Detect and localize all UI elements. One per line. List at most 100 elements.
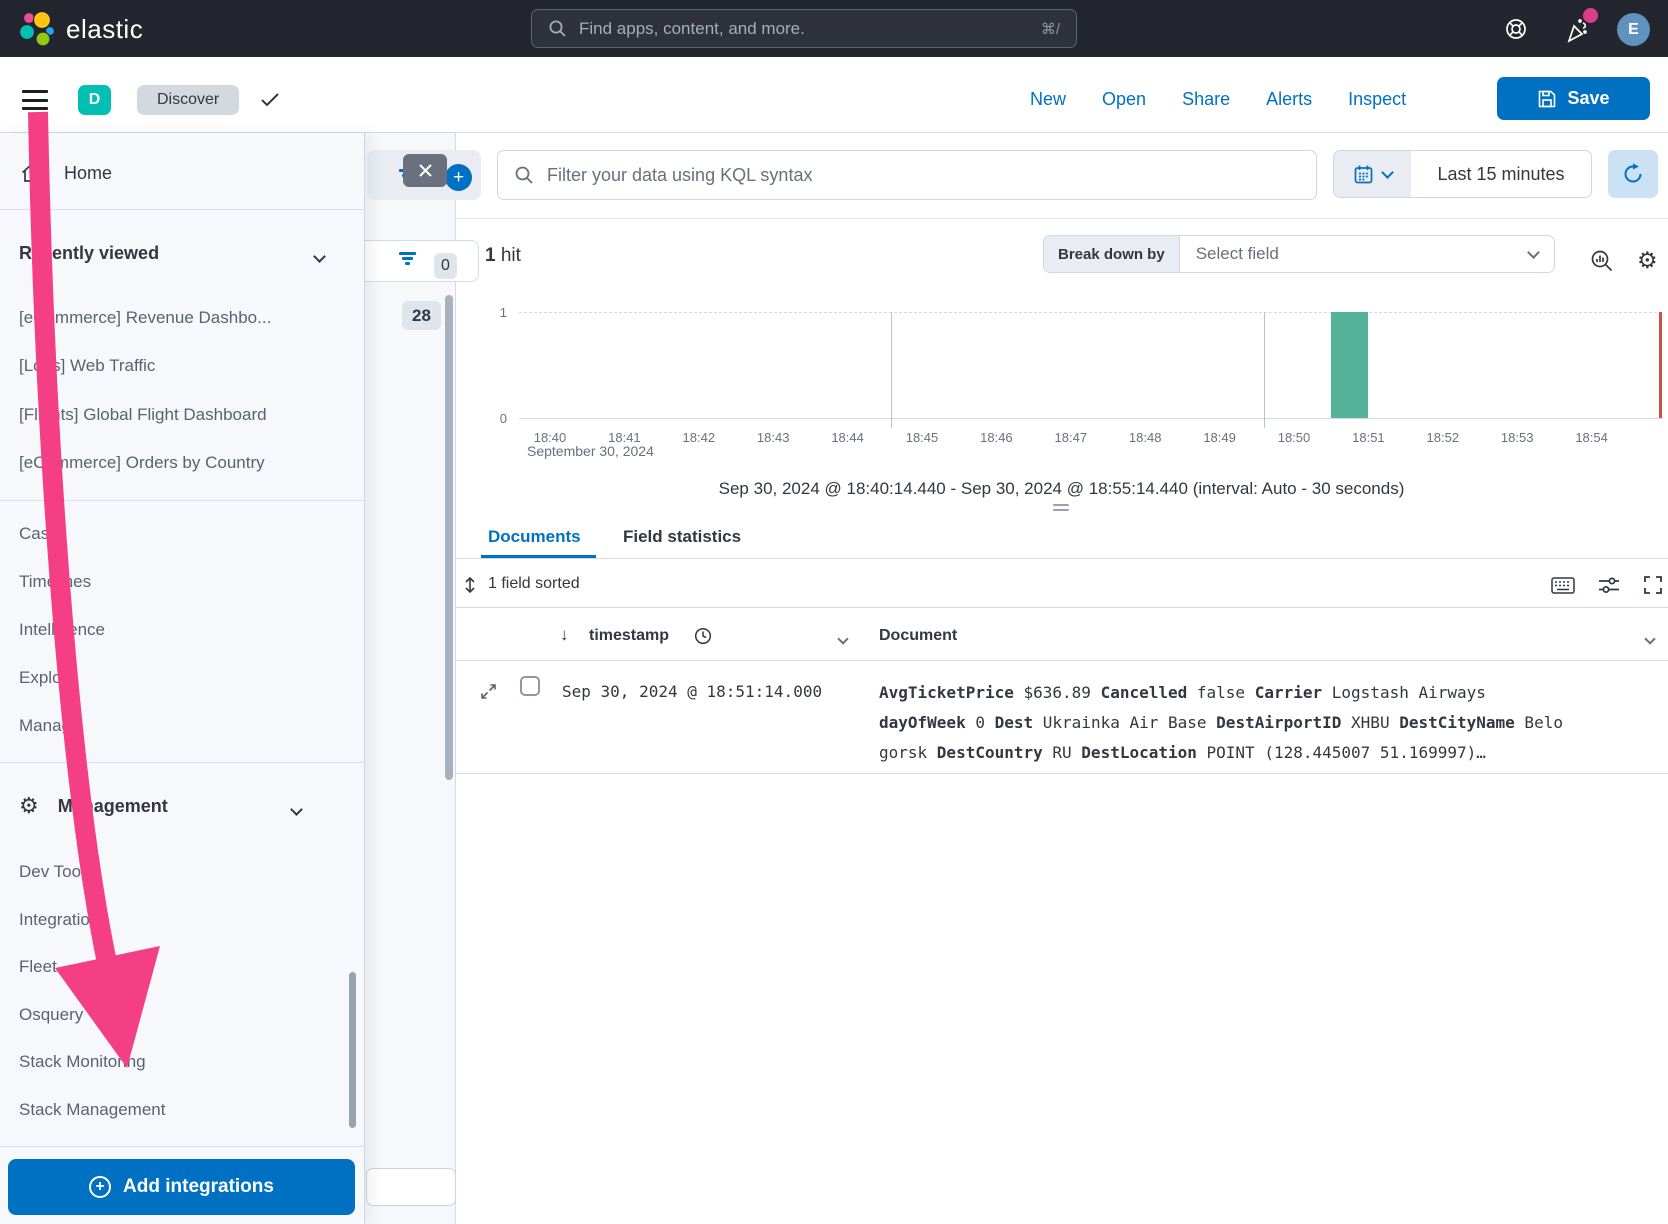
keyboard-icon[interactable] — [1551, 577, 1575, 594]
nav-item-intelligence[interactable]: Intelligence — [19, 618, 105, 642]
breadcrumb[interactable]: Discover — [137, 85, 239, 115]
toolbar-link-alerts[interactable]: Alerts — [1266, 89, 1312, 110]
nav-item-fleet[interactable]: Fleet — [19, 955, 57, 979]
date-picker: Last 15 minutes — [1333, 150, 1592, 198]
x-axis-tick: 18:43 — [757, 430, 790, 445]
save-icon — [1537, 89, 1557, 109]
discover-app: elastic Find apps, content, and more. ⌘/ — [0, 0, 1668, 1224]
sort-fields-icon[interactable] — [463, 576, 477, 594]
display-options-icon[interactable] — [1598, 576, 1620, 595]
timestamp-column-header[interactable]: timestamp — [589, 627, 669, 645]
nav-item-stack-monitoring[interactable]: Stack Monitoring — [19, 1050, 146, 1074]
field-search-partial[interactable] — [358, 240, 479, 282]
save-button[interactable]: Save — [1497, 77, 1650, 120]
row-document-content[interactable]: AvgTicketPrice $636.89 Cancelled false C… — [879, 678, 1563, 768]
add-filter-button[interactable]: + — [445, 164, 472, 191]
nav-item-manage[interactable]: Manage — [19, 714, 80, 738]
tab-documents[interactable]: Documents — [488, 527, 581, 547]
nav-item-dev-tools[interactable]: Dev Tools — [19, 860, 93, 884]
divider — [455, 218, 1668, 219]
x-axis-tick: 18:52 — [1427, 430, 1460, 445]
check-icon[interactable] — [260, 92, 280, 108]
x-axis-tick: 18:45 — [906, 430, 939, 445]
expand-document-icon[interactable] — [480, 683, 497, 700]
x-axis-tick: 18:50 — [1278, 430, 1311, 445]
nav-item-explore[interactable]: Explore — [19, 666, 77, 690]
bottom-input-partial[interactable] — [366, 1168, 456, 1206]
global-search-input[interactable]: Find apps, content, and more. ⌘/ — [531, 9, 1077, 48]
refresh-button[interactable] — [1608, 150, 1658, 198]
toolbar-link-share[interactable]: Share — [1182, 89, 1230, 110]
available-fields-count-badge: 28 — [402, 301, 441, 330]
time-marker-line — [1659, 312, 1662, 418]
kql-query-input[interactable]: Filter your data using KQL syntax — [497, 150, 1317, 200]
notification-dot — [1583, 8, 1598, 23]
close-icon[interactable] — [403, 154, 447, 187]
clock-icon — [694, 627, 712, 645]
explore-in-lens-icon[interactable] — [1590, 249, 1615, 274]
divider — [0, 1146, 365, 1147]
x-axis-baseline — [519, 418, 1662, 419]
tab-field-statistics[interactable]: Field statistics — [623, 527, 741, 547]
divider — [455, 558, 1668, 559]
add-integrations-button[interactable]: + Add integrations — [8, 1159, 355, 1215]
nav-item-timelines[interactable]: Timelines — [19, 570, 91, 594]
sorted-fields-label[interactable]: 1 field sorted — [488, 575, 580, 593]
nav-item-cases[interactable]: Cases — [19, 522, 67, 546]
vertical-gridline — [891, 312, 892, 428]
document-column-header[interactable]: Document — [879, 627, 957, 645]
chevron-down-icon[interactable] — [839, 630, 847, 648]
histogram-bar[interactable] — [1331, 312, 1368, 418]
toolbar-link-inspect[interactable]: Inspect — [1348, 89, 1406, 110]
row-checkbox[interactable] — [520, 676, 540, 696]
global-search-placeholder: Find apps, content, and more. — [579, 19, 1029, 39]
toolbar-link-open[interactable]: Open — [1102, 89, 1146, 110]
divider — [0, 762, 365, 763]
fullscreen-icon[interactable] — [1643, 575, 1663, 595]
chart-settings-gear-icon[interactable]: ⚙ — [1637, 249, 1658, 272]
divider — [455, 607, 1668, 608]
kql-placeholder: Filter your data using KQL syntax — [547, 165, 812, 186]
nav-item-home[interactable]: Home — [20, 161, 112, 185]
chevron-down-icon[interactable] — [1646, 630, 1654, 648]
toolbar-links: New Open Share Alerts Inspect — [1030, 89, 1406, 110]
nav-item-osquery[interactable]: Osquery — [19, 1003, 83, 1027]
x-axis-tick: 18:46 — [980, 430, 1013, 445]
document-field-line: gorsk DestCountry RU DestLocation POINT … — [879, 738, 1563, 768]
nav-section-recently-viewed[interactable]: Recently viewed — [19, 241, 159, 265]
space-badge[interactable]: D — [78, 85, 111, 115]
flyout-scrollbar[interactable] — [349, 972, 356, 1128]
breakdown-select[interactable]: Break down by Select field — [1043, 235, 1555, 273]
chevron-down-icon — [1527, 246, 1540, 259]
user-avatar[interactable]: E — [1617, 13, 1650, 46]
nav-item--ecommerce-orders-by-country[interactable]: [eCommerce] Orders by Country — [19, 451, 265, 475]
nav-item--flights-global-flight-dashboard[interactable]: [Flights] Global Flight Dashboard — [19, 403, 267, 427]
sort-direction-icon[interactable]: ↓ — [560, 625, 569, 645]
elastic-logo-icon[interactable] — [17, 10, 55, 48]
nav-item--ecommerce-revenue-dashbo-[interactable]: [eCommerce] Revenue Dashbo... — [19, 306, 271, 330]
home-icon — [20, 162, 42, 184]
x-axis-tick: 18:42 — [683, 430, 716, 445]
time-range-value[interactable]: Last 15 minutes — [1411, 151, 1591, 197]
field-filter-icon[interactable] — [398, 252, 416, 265]
global-header: elastic Find apps, content, and more. ⌘/ — [0, 0, 1668, 57]
resize-handle[interactable] — [1053, 504, 1069, 514]
row-timestamp[interactable]: Sep 30, 2024 @ 18:51:14.000 — [562, 682, 822, 701]
chevron-down-icon[interactable] — [292, 801, 301, 819]
nav-section-management[interactable]: ⚙ Management — [19, 794, 168, 818]
divider — [0, 209, 365, 210]
date-picker-calendar-button[interactable] — [1334, 151, 1411, 197]
menu-hamburger-icon[interactable] — [22, 90, 48, 110]
nav-item-stack-management[interactable]: Stack Management — [19, 1098, 165, 1122]
help-icon[interactable] — [1504, 17, 1528, 41]
save-label: Save — [1567, 88, 1609, 109]
fields-scrollbar[interactable] — [445, 295, 453, 780]
chevron-down-icon[interactable] — [315, 248, 324, 266]
x-axis-tick: 18:48 — [1129, 430, 1162, 445]
search-icon — [548, 19, 567, 38]
x-axis-tick: 18:54 — [1575, 430, 1608, 445]
nav-item-integrations[interactable]: Integrations — [19, 908, 108, 932]
app-toolbar — [0, 57, 1668, 133]
toolbar-link-new[interactable]: New — [1030, 89, 1066, 110]
nav-item--logs-web-traffic[interactable]: [Logs] Web Traffic — [19, 354, 155, 378]
